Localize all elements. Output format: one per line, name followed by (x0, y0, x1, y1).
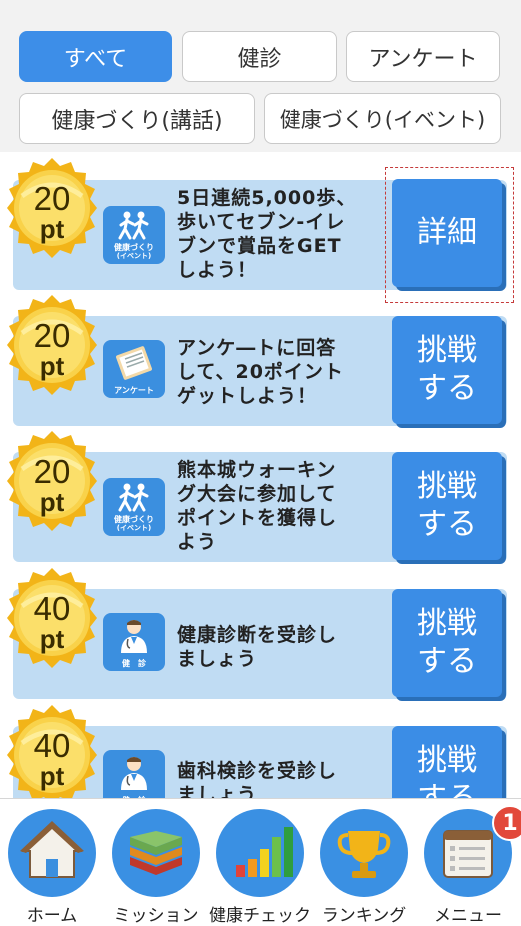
tab-menu[interactable]: 1 メニュー (416, 805, 521, 926)
runners-icon: 健康づくり (イベント) (103, 206, 165, 264)
tab-label: 健康チェック (209, 906, 311, 926)
filter-health-lecture-button[interactable]: 健康づくり(講話) (19, 93, 255, 144)
tab-label: ミッション (113, 906, 199, 926)
mission-title: 熊本城ウォーキン グ大会に参加して ポイントを獲得し よう (177, 459, 338, 553)
filter-checkup-button[interactable]: 健診 (182, 31, 337, 82)
filter-health-event-button[interactable]: 健康づくり(イベント) (264, 93, 501, 144)
points-badge: 40 pt (0, 566, 104, 670)
selection-highlight (385, 167, 514, 303)
runners-icon: 健康づくり (イベント) (103, 478, 165, 536)
notification-badge: 1 (492, 805, 521, 841)
filter-survey-button[interactable]: アンケート (346, 31, 500, 82)
bottom-tab-bar: ホーム ミッション 健康チェック ランキング 1 メニュー (0, 798, 521, 926)
tab-home[interactable]: ホーム (0, 805, 104, 926)
action-label: 挑戦 (417, 606, 477, 641)
bar-chart-icon (216, 809, 304, 897)
challenge-button[interactable]: 挑戦 する (392, 452, 502, 560)
challenge-button[interactable]: 挑戦 する (392, 589, 502, 697)
challenge-button[interactable]: 挑戦 する (392, 726, 502, 798)
points-unit: pt (39, 761, 65, 791)
tab-missions[interactable]: ミッション (104, 805, 208, 926)
action-label: 挑戦 (417, 743, 477, 778)
points-badge: 20 pt (0, 429, 104, 533)
tab-label: ランキング (321, 906, 407, 926)
mission-title: 健康診断を受診し ましょう (177, 624, 338, 670)
category-label: 健康づくり (114, 515, 154, 524)
points-value: 40 (33, 590, 71, 627)
filter-all-button[interactable]: すべて (19, 31, 172, 82)
points-unit: pt (39, 351, 65, 381)
action-label-2: する (417, 371, 477, 406)
doctor-icon: 健 診 (103, 613, 165, 671)
points-badge: 20 pt (0, 293, 104, 397)
points-value: 20 (33, 180, 71, 217)
trophy-icon (320, 809, 408, 897)
clipboard-icon: アンケート (103, 340, 165, 398)
points-value: 20 (33, 317, 71, 354)
doctor-icon: 健 診 (103, 750, 165, 798)
stack-icon (112, 809, 200, 897)
action-label: 挑戦 (417, 469, 477, 504)
points-unit: pt (39, 624, 65, 654)
category-label: 健康づくり (114, 243, 154, 252)
action-label-2: する (417, 644, 477, 679)
category-label: 健 診 (122, 659, 146, 668)
mission-title: 歯科検診を受診し ましょう (177, 760, 338, 798)
tab-health-check[interactable]: 健康チェック (208, 805, 312, 926)
action-label-2: する (417, 780, 477, 798)
category-sublabel: (イベント) (116, 252, 152, 260)
category-sublabel: (イベント) (116, 524, 152, 532)
mission-title: 5日連続5,000歩、 歩いてセブン-イレ ブンで賞品をGET しよう！ (177, 187, 357, 281)
action-label: 挑戦 (417, 333, 477, 368)
tab-label: ホーム (26, 906, 78, 926)
filter-bar: すべて 健診 アンケート 健康づくり(講話) 健康づくり(イベント) (0, 0, 521, 152)
tab-ranking[interactable]: ランキング (312, 805, 416, 926)
tab-label: メニュー (434, 906, 502, 926)
category-label: アンケート (114, 386, 154, 395)
points-badge: 40 pt (0, 703, 104, 798)
points-unit: pt (39, 487, 65, 517)
home-icon (8, 809, 96, 897)
mission-title: アンケ―トに回答 して、20ポイント ゲットしよう！ (177, 337, 344, 407)
action-label-2: する (417, 507, 477, 542)
points-value: 20 (33, 453, 71, 490)
points-value: 40 (33, 727, 71, 764)
points-unit: pt (39, 214, 65, 244)
points-badge: 20 pt (0, 156, 104, 260)
challenge-button[interactable]: 挑戦 する (392, 316, 502, 424)
